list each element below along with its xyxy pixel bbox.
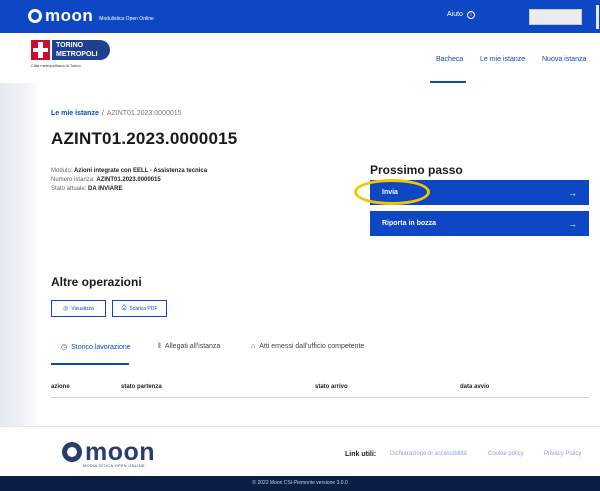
clock-icon: ◷ <box>61 344 68 351</box>
eye-icon: ◎ <box>63 306 69 312</box>
breadcrumb: Le mie istanze / AZINT01.2023.0000015 <box>51 110 182 117</box>
download-icon: ⎙ <box>121 305 127 311</box>
stato-value: DA INVIARE <box>88 186 123 192</box>
nav-bacheca[interactable]: Bacheca <box>436 56 463 63</box>
numero-value: AZINT01.2023.0000015 <box>96 177 161 183</box>
riporta-label: Riporta in bozza <box>382 220 437 227</box>
arrow-right-icon: → <box>568 218 577 229</box>
nav-nuova-istanza[interactable]: Nuova istanza <box>542 56 586 63</box>
modulo-value: Azioni integrate con EELL - Assistenza t… <box>74 168 208 174</box>
moon-logo-word: moon <box>45 6 94 25</box>
moon-logo-subtitle: Modulistica Open Online <box>99 16 154 22</box>
cookie-policy-link[interactable]: Cookie policy <box>488 451 524 457</box>
arrow-right-icon: → <box>568 187 577 198</box>
moon-logo-icon <box>62 442 82 462</box>
scarica-pdf-button[interactable]: ⎙ Scarica PDF <box>112 300 167 317</box>
help-label: Aiuto <box>447 11 463 18</box>
column-header: stato partenza <box>121 384 162 390</box>
tab-storico-lavorazione[interactable]: ◷ Storico lavorazione <box>61 343 131 351</box>
visualizza-label: Visualizza <box>71 305 94 312</box>
tab-label: Storico lavorazione <box>71 344 131 351</box>
cross-flag-icon <box>31 40 50 60</box>
nav-le-mie-istanze[interactable]: Le mie istanze <box>480 56 525 63</box>
help-link[interactable]: Aiuto i <box>447 11 475 19</box>
footer-moon-logo[interactable]: moon <box>62 438 156 466</box>
other-operations-title: Altre operazioni <box>51 275 142 289</box>
tab-atti-emessi[interactable]: ⌂ Atti emessi dall'ufficio competente <box>251 343 364 350</box>
question-circle-icon: i <box>466 11 475 19</box>
page-title: AZINT01.2023.0000015 <box>51 129 238 148</box>
next-step-title: Prossimo passo <box>370 163 463 177</box>
breadcrumb-link[interactable]: Le mie istanze <box>51 110 99 117</box>
footer-logo-subtitle: MODULISTICA OPEN ONLINE <box>83 464 145 468</box>
highlight-ring <box>354 179 430 205</box>
tab-allegati[interactable]: ‖ Allegati all'istanza <box>158 343 220 350</box>
riporta-in-bozza-button[interactable]: Riporta in bozza → <box>370 211 589 236</box>
user-menu[interactable] <box>529 9 582 25</box>
tab-label: Allegati all'istanza <box>164 343 221 350</box>
breadcrumb-current: AZINT01.2023.0000015 <box>106 110 182 117</box>
visualizza-button[interactable]: ◎ Visualizza <box>51 300 106 317</box>
column-header: stato arrivo <box>315 384 348 390</box>
history-table-header: azione stato partenza stato arrivo data … <box>51 382 589 398</box>
footer-logo-word: moon <box>85 438 156 466</box>
scarica-pdf-label: Scarica PDF <box>129 305 158 312</box>
modulo-label: Modulo: <box>51 168 73 174</box>
numero-label: Numero istanza: <box>51 177 95 183</box>
tm-logo-text: TORINO METROPOLI <box>52 40 110 60</box>
stato-label: Stato attuale: <box>51 186 87 192</box>
istanza-info: Modulo: Azioni integrate con EELL - Assi… <box>51 167 207 194</box>
useful-links-label: Link utili: <box>345 451 377 458</box>
moon-logo-icon <box>28 9 42 23</box>
active-tab-indicator <box>51 363 129 365</box>
breadcrumb-separator: / <box>101 110 104 117</box>
privacy-policy-link[interactable]: Privacy Policy <box>544 451 581 457</box>
map-decoration <box>0 83 40 426</box>
topbar-edge <box>596 5 599 29</box>
column-header: data avvio <box>460 384 490 390</box>
paperclip-icon: ‖ <box>158 343 161 350</box>
institution-icon: ⌂ <box>251 343 256 350</box>
accessibility-link[interactable]: Dichiarazione di accessibilità <box>390 451 467 457</box>
moon-logo[interactable]: moon Modulistica Open Online <box>28 6 154 25</box>
tm-logo-line2: METROPOLI <box>56 51 98 58</box>
column-header: azione <box>51 384 70 390</box>
tm-logo-line1: TORINO <box>56 42 84 49</box>
copyright-bar: © 2022 Moon CSI-Piemonte versione 3.0.0 <box>0 476 600 491</box>
tm-logo-subtitle: Città metropolitana di Torino <box>31 63 81 68</box>
tab-label: Atti emessi dall'ufficio competente <box>259 343 365 350</box>
